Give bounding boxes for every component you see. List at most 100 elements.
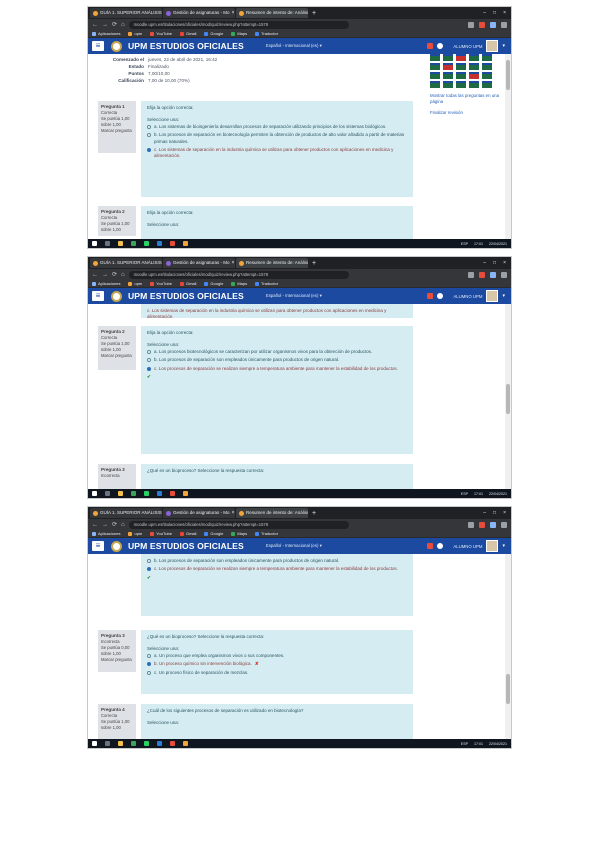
bookmark-item[interactable]: YouTube [150,31,172,36]
bookmark-item[interactable]: YouTube [150,281,172,286]
message-icon[interactable] [437,43,444,49]
nav-question-button[interactable] [430,63,440,70]
app-icon[interactable] [183,241,188,246]
radio-button[interactable] [147,670,151,675]
minimize-icon[interactable]: – [483,510,486,516]
scrollbar[interactable] [505,54,511,239]
nav-question-button[interactable] [430,81,440,88]
address-bar[interactable]: moodle.upm.es/titulaciones/oficiales/mod… [128,520,349,529]
reload-icon[interactable]: ⟳ [112,21,117,28]
profile-icon[interactable] [501,21,507,28]
site-title[interactable]: UPM ESTUDIOS OFICIALES [128,541,244,551]
bookmark-item[interactable]: Traductor [255,281,278,286]
nav-question-button[interactable] [469,63,479,70]
star-icon[interactable] [468,271,474,278]
radio-button[interactable] [147,124,151,129]
address-bar[interactable]: moodle.upm.es/titulaciones/oficiales/mod… [128,20,349,29]
forward-icon[interactable]: → [102,22,108,28]
answer-option[interactable]: a. Un proceso que emplea organismos vivo… [147,653,407,659]
new-tab-icon[interactable]: + [312,260,316,267]
radio-button[interactable] [147,567,151,572]
bookmark-item[interactable]: Traductor [255,31,278,36]
maximize-icon[interactable]: □ [493,260,496,266]
nav-question-button[interactable] [443,63,453,70]
nav-question-button[interactable] [443,81,453,88]
notification-icon[interactable] [427,543,434,549]
flag-question-link[interactable]: Marcar pregunta [101,128,133,134]
scrollbar[interactable] [505,304,511,489]
start-icon[interactable] [92,741,97,746]
word-icon[interactable] [157,241,162,246]
message-icon[interactable] [437,543,444,549]
back-icon[interactable]: ← [92,22,98,28]
nav-question-button[interactable] [456,63,466,70]
nav-question-button[interactable] [430,72,440,79]
scrollbar-thumb[interactable] [506,674,510,704]
maximize-icon[interactable]: □ [493,510,496,516]
start-icon[interactable] [92,491,97,496]
site-title[interactable]: UPM ESTUDIOS OFICIALES [128,41,244,51]
reload-icon[interactable]: ⟳ [112,521,117,528]
chevron-down-icon[interactable]: ▾ [502,543,505,549]
back-icon[interactable]: ← [92,272,98,278]
notification-icon[interactable] [427,43,434,49]
menu-button[interactable]: ≡ [92,541,104,551]
scrollbar[interactable] [505,554,511,739]
browser-tab-2[interactable]: Gestión de asignaturas - Mo × [163,258,235,268]
close-tab-icon[interactable]: × [232,508,235,518]
answer-option-selected[interactable]: c. Los procesos de separación se realiza… [147,566,407,572]
nav-question-button[interactable] [482,81,492,88]
nav-question-button[interactable] [482,63,492,70]
nav-question-button[interactable] [482,72,492,79]
message-icon[interactable] [437,293,444,299]
bookmark-item[interactable]: Google [204,31,223,36]
browser-tab-3[interactable]: Resumen de intento de: Análisis× [236,8,308,18]
answer-option-selected[interactable]: c. Los procesos de separación se realiza… [147,366,407,372]
radio-button[interactable] [147,662,151,667]
radio-button[interactable] [147,349,151,354]
avatar[interactable] [486,290,499,302]
chevron-down-icon[interactable]: ▾ [502,43,505,49]
close-window-icon[interactable]: × [503,510,506,516]
scrollbar-thumb[interactable] [506,384,510,414]
radio-button[interactable] [147,358,151,363]
extension-icon[interactable] [479,21,485,28]
bookmark-item[interactable]: Aplicaciones [92,281,120,286]
user-name[interactable]: ALUMNO UPM [453,294,482,299]
browser-tab-1[interactable]: GUÍA 1. SUPERIOR ANÁLISIS× [90,8,162,18]
bookmark-item[interactable]: Maps [231,31,247,36]
bookmark-item[interactable]: upm [128,281,142,286]
minimize-icon[interactable]: – [483,10,486,16]
browser-tab-3[interactable]: Resumen de intento de: Análisis× [236,508,308,518]
start-icon[interactable] [92,241,97,246]
notification-icon[interactable] [427,293,434,299]
search-icon[interactable] [105,241,110,246]
browser-tab-2[interactable]: Gestión de asignaturas - Mo × [163,8,235,18]
minimize-icon[interactable]: – [483,260,486,266]
radio-button[interactable] [147,559,151,563]
bookmark-item[interactable]: YouTube [150,531,172,536]
menu-button[interactable]: ≡ [92,291,104,301]
bookmark-item[interactable]: Aplicaciones [92,531,120,536]
home-icon[interactable]: ⌂ [121,272,125,278]
avatar[interactable] [486,540,499,552]
word-icon[interactable] [157,491,162,496]
nav-question-button[interactable] [456,72,466,79]
browser-tab-3[interactable]: Resumen de intento de: Análisis× [236,258,308,268]
scrollbar-thumb[interactable] [506,60,510,90]
chrome-icon[interactable] [131,491,136,496]
browser-tab-1[interactable]: GUÍA 1. SUPERIOR ANÁLISIS× [90,508,162,518]
bookmark-item[interactable]: Aplicaciones [92,31,120,36]
answer-option[interactable]: b. Los procesos de separación en biotecn… [147,132,407,145]
star-icon[interactable] [468,521,474,528]
folder-icon[interactable] [118,491,123,496]
app-icon[interactable] [183,491,188,496]
show-all-questions-link[interactable]: Mostrar todas las preguntas en una págin… [430,93,506,105]
flag-question-link[interactable]: Marcar pregunta [101,657,133,663]
nav-question-button[interactable] [469,81,479,88]
pdf-icon[interactable] [170,741,175,746]
radio-button[interactable] [147,366,151,371]
answer-option[interactable]: a. Los procesos biotecnológicos se carac… [147,349,407,355]
browser-tab-1[interactable]: GUÍA 1. SUPERIOR ANÁLISIS× [90,258,162,268]
extension-icon[interactable] [479,271,485,278]
